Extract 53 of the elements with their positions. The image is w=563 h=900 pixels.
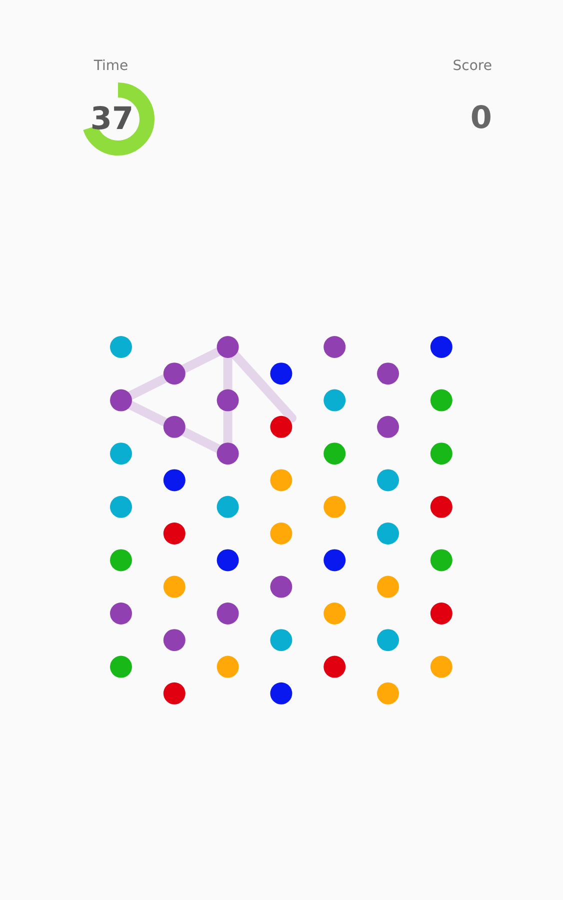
dot[interactable] [270,522,292,544]
dot[interactable] [110,656,132,678]
dot[interactable] [110,549,132,572]
dot[interactable] [377,469,399,492]
dot[interactable] [110,442,132,465]
score-label: Score [452,57,492,76]
dot[interactable] [324,496,346,518]
dot[interactable] [163,362,186,385]
dot[interactable] [377,576,399,598]
dot[interactable] [430,336,452,358]
dot[interactable] [430,442,452,465]
dot[interactable] [216,336,239,358]
dot[interactable] [430,496,452,518]
dot[interactable] [216,389,239,412]
dot[interactable] [163,416,186,438]
dot[interactable] [324,442,346,465]
dot[interactable] [216,549,239,572]
dot[interactable] [377,522,399,544]
dot[interactable] [324,389,346,412]
dot[interactable] [110,336,132,358]
dot[interactable] [324,602,346,624]
dot[interactable] [110,389,132,412]
time-label: Time [94,57,128,76]
dot[interactable] [270,469,292,492]
dot[interactable] [377,629,399,652]
dot[interactable] [216,496,239,518]
dot[interactable] [216,442,239,465]
dot[interactable] [377,416,399,438]
dot[interactable] [163,522,186,544]
dot[interactable] [216,656,239,678]
dot[interactable] [163,629,186,652]
dot[interactable] [430,549,452,572]
dot[interactable] [377,362,399,385]
dot[interactable] [216,602,239,624]
dot[interactable] [163,576,186,598]
dot[interactable] [163,682,186,704]
dot[interactable] [430,656,452,678]
dot[interactable] [324,549,346,572]
dot[interactable] [430,602,452,624]
dot[interactable] [163,469,186,492]
dot[interactable] [270,682,292,704]
dot[interactable] [377,682,399,704]
dot[interactable] [110,602,132,624]
dot[interactable] [430,389,452,412]
dot[interactable] [110,496,132,518]
dot[interactable] [270,629,292,652]
dot[interactable] [324,656,346,678]
dot[interactable] [324,336,346,358]
score-value: 0 [470,99,492,138]
time-remaining: 37 [89,100,135,139]
dot[interactable] [270,362,292,385]
dot[interactable] [270,416,292,438]
dot[interactable] [270,576,292,598]
